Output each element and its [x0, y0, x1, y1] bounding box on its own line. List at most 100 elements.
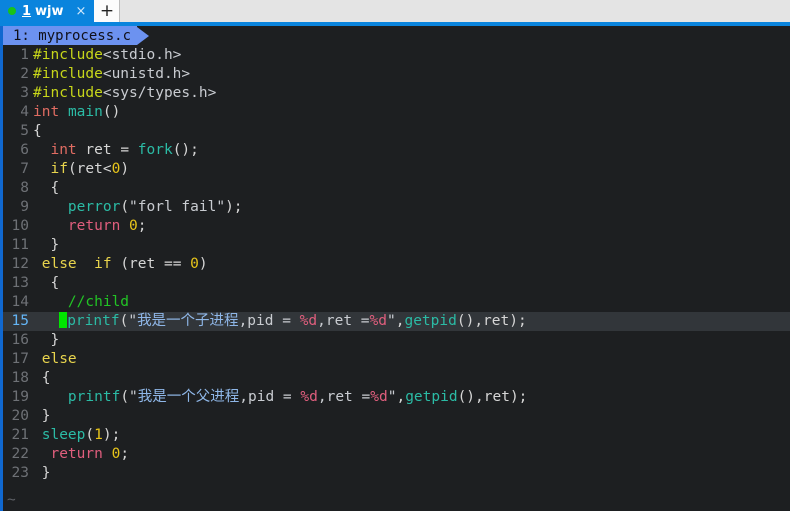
code-token: %d — [370, 389, 388, 405]
code-token: " — [129, 389, 138, 405]
code-line[interactable]: 20 } — [3, 407, 790, 426]
code-token: , — [396, 389, 406, 405]
code-token: int — [33, 104, 60, 120]
code-token: ( — [85, 427, 95, 443]
line-text: if(ret<0) — [33, 160, 790, 179]
code-token: <stdio.h> — [102, 47, 182, 63]
line-number: 8 — [20, 180, 29, 196]
line-text: } — [33, 331, 790, 350]
code-token: } — [33, 332, 60, 348]
code-token: { — [33, 275, 60, 291]
code-token: main — [67, 104, 103, 120]
tab-title: wjw — [35, 3, 64, 19]
line-text: { — [33, 274, 790, 293]
line-number: 9 — [20, 199, 29, 215]
code-line[interactable]: 10 return 0; — [3, 217, 790, 236]
code-token: } — [33, 465, 51, 481]
code-line[interactable]: 22 return 0; — [3, 445, 790, 464]
code-token: 0 — [190, 256, 199, 272]
line-text: } — [33, 236, 790, 255]
line-number: 15 — [11, 313, 29, 329]
code-line[interactable]: 1 #include<stdio.h> — [3, 46, 790, 65]
line-number: 22 — [11, 446, 29, 462]
code-line[interactable]: 14 //child — [3, 293, 790, 312]
new-tab-button[interactable]: + — [94, 0, 121, 22]
line-number: 16 — [11, 332, 29, 348]
winbar: 1: myprocess.c — [3, 26, 150, 45]
code-token: ,ret = — [317, 389, 371, 405]
code-editor[interactable]: 1: myprocess.c 1 #include<stdio.h> 2 #inclu… — [0, 26, 790, 511]
code-line[interactable]: 12 else if (ret == 0) — [3, 255, 790, 274]
code-line[interactable]: 6 int ret = fork(); — [3, 141, 790, 160]
code-token: 我是一个子进程 — [137, 313, 239, 329]
line-text: sleep(1); — [33, 426, 790, 445]
line-text: return 0; — [33, 445, 790, 464]
line-text: //child — [33, 293, 790, 312]
line-text: else if (ret == 0) — [33, 255, 790, 274]
code-line[interactable]: 7 if(ret<0) — [3, 160, 790, 179]
code-line[interactable]: 23 } — [3, 464, 790, 483]
code-lines[interactable]: 1 #include<stdio.h> 2 #include<unistd.h> 3 #i… — [3, 46, 790, 483]
code-line[interactable]: 18 { — [3, 369, 790, 388]
code-token: int — [50, 142, 77, 158]
code-token: getpid — [404, 313, 457, 329]
code-token: #include — [33, 66, 103, 82]
code-line[interactable]: 16 } — [3, 331, 790, 350]
line-text: else — [33, 350, 790, 369]
code-line[interactable]: 19 printf("我是一个父进程,pid = %d,ret =%d",get… — [3, 388, 790, 407]
line-number: 13 — [11, 275, 29, 291]
breadcrumb-file[interactable]: 1: myprocess.c — [3, 26, 138, 45]
code-token: { — [33, 370, 51, 386]
code-line[interactable]: 21 sleep(1); — [3, 426, 790, 445]
code-token: return — [50, 446, 103, 462]
code-token: " — [387, 313, 396, 329]
code-line[interactable]: 11 } — [3, 236, 790, 255]
line-text: int main() — [33, 103, 790, 122]
code-line[interactable]: 4 int main() — [3, 103, 790, 122]
line-text: #include<stdio.h> — [33, 46, 790, 65]
line-number: 4 — [20, 104, 29, 120]
code-token: ; — [137, 218, 147, 234]
code-line[interactable]: 8 { — [3, 179, 790, 198]
code-token: ( — [120, 389, 130, 405]
code-line[interactable]: 2 #include<unistd.h> — [3, 65, 790, 84]
line-text: } — [33, 464, 790, 483]
line-text: { — [33, 122, 790, 141]
code-line[interactable]: 13 { — [3, 274, 790, 293]
close-icon[interactable]: × — [76, 5, 87, 18]
code-token: %d — [369, 313, 387, 329]
code-line[interactable]: 17 else — [3, 350, 790, 369]
terminal-tab-wjw[interactable]: 1 wjw × — [0, 0, 95, 22]
code-token: <unistd.h> — [102, 66, 191, 82]
line-number: 11 — [11, 237, 29, 253]
line-text: #include<unistd.h> — [33, 65, 790, 84]
tab-bar-empty-area — [120, 0, 790, 22]
code-token: ( — [120, 199, 130, 215]
code-line[interactable]: 9 perror("forl fail"); — [3, 198, 790, 217]
code-token: else — [41, 351, 77, 367]
code-token: ); — [225, 199, 243, 215]
code-token: //child — [67, 294, 130, 310]
code-token: (ret == — [111, 256, 191, 272]
text-cursor — [59, 312, 68, 328]
line-number: 17 — [11, 351, 29, 367]
code-line[interactable]: 15 printf("我是一个子进程,pid = %d,ret =%d",get… — [3, 312, 790, 331]
line-text: return 0; — [33, 217, 790, 236]
code-token: (ret< — [67, 161, 112, 177]
code-token: printf — [67, 313, 120, 329]
code-line[interactable]: 5{ — [3, 122, 790, 141]
line-number: 10 — [11, 218, 29, 234]
code-line[interactable]: 3 #include<sys/types.h> — [3, 84, 790, 103]
line-text: { — [33, 179, 790, 198]
code-token: ,pid = — [239, 389, 301, 405]
code-token: #include — [33, 85, 103, 101]
